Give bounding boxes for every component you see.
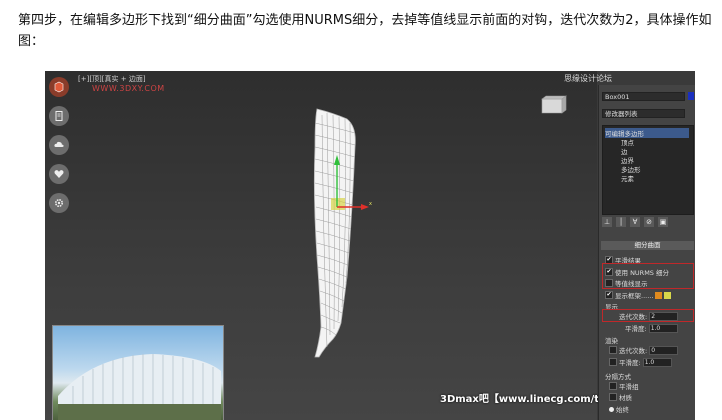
reference-building-image <box>52 325 224 420</box>
watermark: WWW.3DXY.COM <box>92 84 165 93</box>
update-always-option[interactable]: 始终 <box>609 404 629 414</box>
document-icon[interactable] <box>49 106 69 126</box>
modifier-stack: 可编辑多边形 顶点 边 边界 多边形 元素 <box>602 125 694 215</box>
render-iterations-checkbox[interactable] <box>609 346 617 354</box>
remove-modifier-icon[interactable]: ⊘ <box>644 217 654 227</box>
svg-text:x: x <box>369 201 372 207</box>
materials-option[interactable]: 材质 <box>609 392 632 402</box>
viewport-label[interactable]: [+][顶][真实 + 边面] <box>78 74 146 84</box>
viewport-top[interactable]: [+][顶][真实 + 边面] WWW.3DXY.COM x 3Dmax吧【ww… <box>45 71 665 420</box>
configure-sets-icon[interactable]: ▣ <box>658 217 668 227</box>
make-unique-icon[interactable]: ∀ <box>630 217 640 227</box>
render-iterations-row: 迭代次数: 0 <box>609 345 679 355</box>
smoothness-row: 平滑度: 1.0 <box>625 323 678 333</box>
subdivision-rollout: 细分曲面 ✔ 平滑结果 ✔ 使用 NURMS 细分 等值线显示 ✔ 显示框架..… <box>601 241 694 420</box>
smoothness-label: 平滑度: <box>625 325 647 333</box>
cage-color-swatch-1[interactable] <box>655 291 663 299</box>
render-smoothness-label: 平滑度: <box>619 359 641 367</box>
mesh-object[interactable]: x <box>303 107 373 359</box>
materials-checkbox[interactable] <box>609 393 617 401</box>
smoothing-groups-option[interactable]: 平滑组 <box>609 381 639 391</box>
object-name-field[interactable]: Box001 <box>602 92 685 101</box>
render-smoothness-spinner[interactable]: 1.0 <box>642 357 672 367</box>
render-iterations-spinner[interactable]: 0 <box>649 345 679 355</box>
smoothness-spinner[interactable]: 1.0 <box>648 323 678 333</box>
update-always-label: 始终 <box>616 406 629 414</box>
gear-icon[interactable] <box>49 193 69 213</box>
stack-toolbar: ⊥ │ ∀ ⊘ ▣ <box>602 216 693 228</box>
stack-item-editable-poly[interactable]: 可编辑多边形 <box>605 128 689 138</box>
smoothing-groups-checkbox[interactable] <box>609 382 617 390</box>
show-cage-option[interactable]: ✔ 显示框架...... <box>605 290 672 300</box>
modify-panel: Box001 修改器列表 可编辑多边形 顶点 边 边界 多边形 元素 ⊥ │ ∀… <box>598 85 695 420</box>
render-smoothness-row: 平滑度: 1.0 <box>609 357 672 367</box>
separate-by-label: 分隔方式 <box>605 373 631 381</box>
app-logo-icon[interactable] <box>49 77 69 97</box>
window-title: 思缘设计论坛 <box>564 74 612 83</box>
show-end-result-icon[interactable]: │ <box>616 217 626 227</box>
highlight-box-iterations <box>602 309 694 322</box>
smoothing-groups-label: 平滑组 <box>619 383 639 391</box>
render-group-label: 渲染 <box>605 337 618 345</box>
show-cage-checkbox[interactable]: ✔ <box>605 291 613 299</box>
render-smoothness-checkbox[interactable] <box>609 358 617 366</box>
render-iterations-label: 迭代次数: <box>619 347 648 355</box>
viewcube-icon[interactable] <box>537 95 567 117</box>
object-color-swatch[interactable] <box>688 92 694 100</box>
instruction-text: 第四步，在编辑多边形下找到“细分曲面”勾选使用NURMS细分，去掉等值线显示前面… <box>18 13 712 49</box>
stack-item-element[interactable]: 元素 <box>621 173 634 183</box>
materials-label: 材质 <box>619 394 632 402</box>
modifier-list-dropdown[interactable]: 修改器列表 <box>602 109 685 118</box>
heart-icon[interactable] <box>49 164 69 184</box>
subdivision-rollout-header[interactable]: 细分曲面 <box>601 241 694 250</box>
update-always-radio[interactable] <box>609 406 614 412</box>
pin-stack-icon[interactable]: ⊥ <box>602 217 612 227</box>
cloud-icon[interactable] <box>49 135 69 155</box>
highlight-box-nurms <box>602 263 694 289</box>
show-cage-label: 显示框架...... <box>615 292 654 300</box>
cage-color-swatch-2[interactable] <box>664 291 672 299</box>
left-toolbar <box>49 77 71 222</box>
max-screenshot: [+][顶][真实 + 边面] WWW.3DXY.COM x 3Dmax吧【ww… <box>45 71 695 420</box>
